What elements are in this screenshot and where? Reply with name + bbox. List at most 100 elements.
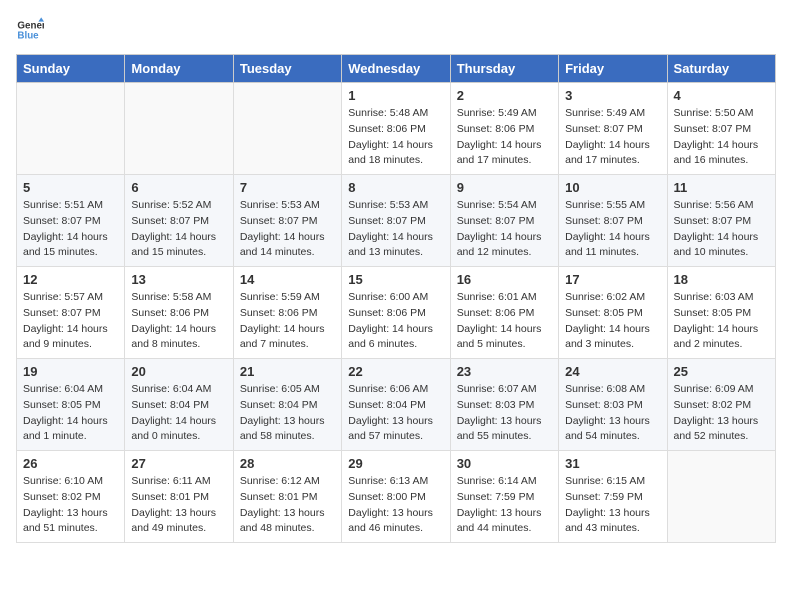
- day-number: 4: [674, 88, 769, 103]
- day-number: 28: [240, 456, 335, 471]
- calendar-cell: 14 Sunrise: 5:59 AM Sunset: 8:06 PM Dayli…: [233, 267, 341, 359]
- day-number: 31: [565, 456, 660, 471]
- day-number: 2: [457, 88, 552, 103]
- calendar-cell: 3 Sunrise: 5:49 AM Sunset: 8:07 PM Daylig…: [559, 83, 667, 175]
- day-info: Sunrise: 5:57 AM Sunset: 8:07 PM Dayligh…: [23, 290, 118, 353]
- weekday-header-wednesday: Wednesday: [342, 55, 450, 83]
- calendar-cell: 24 Sunrise: 6:08 AM Sunset: 8:03 PM Dayli…: [559, 359, 667, 451]
- calendar-cell: 31 Sunrise: 6:15 AM Sunset: 7:59 PM Dayli…: [559, 451, 667, 543]
- day-number: 25: [674, 364, 769, 379]
- calendar-cell: 20Sunrise: 6:04 AM Sunset: 8:04 PM Dayli…: [125, 359, 233, 451]
- calendar-cell: 12 Sunrise: 5:57 AM Sunset: 8:07 PM Dayli…: [17, 267, 125, 359]
- calendar-cell: 9 Sunrise: 5:54 AM Sunset: 8:07 PM Daylig…: [450, 175, 558, 267]
- day-info: Sunrise: 6:08 AM Sunset: 8:03 PM Dayligh…: [565, 382, 660, 445]
- svg-text:Blue: Blue: [17, 30, 39, 41]
- day-info: Sunrise: 5:49 AM Sunset: 8:07 PM Dayligh…: [565, 106, 660, 169]
- day-info: Sunrise: 6:04 AM Sunset: 8:04 PM Dayligh…: [131, 382, 226, 445]
- calendar-cell: [233, 83, 341, 175]
- day-number: 16: [457, 272, 552, 287]
- day-info: Sunrise: 5:48 AM Sunset: 8:06 PM Dayligh…: [348, 106, 443, 169]
- weekday-header-saturday: Saturday: [667, 55, 775, 83]
- day-number: 14: [240, 272, 335, 287]
- day-info: Sunrise: 6:03 AM Sunset: 8:05 PM Dayligh…: [674, 290, 769, 353]
- day-number: 26: [23, 456, 118, 471]
- calendar-cell: [125, 83, 233, 175]
- calendar-cell: 26 Sunrise: 6:10 AM Sunset: 8:02 PM Dayli…: [17, 451, 125, 543]
- day-number: 18: [674, 272, 769, 287]
- calendar-cell: 21Sunrise: 6:05 AM Sunset: 8:04 PM Dayli…: [233, 359, 341, 451]
- calendar-cell: 1Sunrise: 5:48 AM Sunset: 8:06 PM Daylig…: [342, 83, 450, 175]
- calendar-cell: 27Sunrise: 6:11 AM Sunset: 8:01 PM Dayli…: [125, 451, 233, 543]
- day-info: Sunrise: 6:01 AM Sunset: 8:06 PM Dayligh…: [457, 290, 552, 353]
- weekday-header-tuesday: Tuesday: [233, 55, 341, 83]
- day-number: 29: [348, 456, 443, 471]
- calendar-cell: 29 Sunrise: 6:13 AM Sunset: 8:00 PM Dayli…: [342, 451, 450, 543]
- calendar-cell: 19Sunrise: 6:04 AM Sunset: 8:05 PM Dayli…: [17, 359, 125, 451]
- day-info: Sunrise: 5:55 AM Sunset: 8:07 PM Dayligh…: [565, 198, 660, 261]
- calendar-cell: 28 Sunrise: 6:12 AM Sunset: 8:01 PM Dayli…: [233, 451, 341, 543]
- day-number: 13: [131, 272, 226, 287]
- header: General Blue: [16, 16, 776, 44]
- day-info: Sunrise: 5:53 AM Sunset: 8:07 PM Dayligh…: [240, 198, 335, 261]
- calendar-cell: 13 Sunrise: 5:58 AM Sunset: 8:06 PM Dayli…: [125, 267, 233, 359]
- calendar-week-row: 19Sunrise: 6:04 AM Sunset: 8:05 PM Dayli…: [17, 359, 776, 451]
- calendar-cell: [667, 451, 775, 543]
- day-number: 6: [131, 180, 226, 195]
- calendar-cell: 10 Sunrise: 5:55 AM Sunset: 8:07 PM Dayli…: [559, 175, 667, 267]
- calendar-cell: 17 Sunrise: 6:02 AM Sunset: 8:05 PM Dayli…: [559, 267, 667, 359]
- day-info: Sunrise: 6:14 AM Sunset: 7:59 PM Dayligh…: [457, 474, 552, 537]
- weekday-header-row: SundayMondayTuesdayWednesdayThursdayFrid…: [17, 55, 776, 83]
- day-number: 10: [565, 180, 660, 195]
- day-info: Sunrise: 5:49 AM Sunset: 8:06 PM Dayligh…: [457, 106, 552, 169]
- day-number: 15: [348, 272, 443, 287]
- calendar-cell: 18 Sunrise: 6:03 AM Sunset: 8:05 PM Dayli…: [667, 267, 775, 359]
- calendar-cell: [17, 83, 125, 175]
- day-info: Sunrise: 6:05 AM Sunset: 8:04 PM Dayligh…: [240, 382, 335, 445]
- weekday-header-thursday: Thursday: [450, 55, 558, 83]
- day-number: 8: [348, 180, 443, 195]
- day-info: Sunrise: 5:59 AM Sunset: 8:06 PM Dayligh…: [240, 290, 335, 353]
- day-number: 7: [240, 180, 335, 195]
- calendar-cell: 30Sunrise: 6:14 AM Sunset: 7:59 PM Dayli…: [450, 451, 558, 543]
- day-number: 23: [457, 364, 552, 379]
- calendar-cell: 2 Sunrise: 5:49 AM Sunset: 8:06 PM Daylig…: [450, 83, 558, 175]
- day-info: Sunrise: 5:50 AM Sunset: 8:07 PM Dayligh…: [674, 106, 769, 169]
- day-info: Sunrise: 5:51 AM Sunset: 8:07 PM Dayligh…: [23, 198, 118, 261]
- day-number: 22: [348, 364, 443, 379]
- day-info: Sunrise: 6:07 AM Sunset: 8:03 PM Dayligh…: [457, 382, 552, 445]
- calendar-cell: 16 Sunrise: 6:01 AM Sunset: 8:06 PM Dayli…: [450, 267, 558, 359]
- calendar-cell: 11 Sunrise: 5:56 AM Sunset: 8:07 PM Dayli…: [667, 175, 775, 267]
- calendar-week-row: 1Sunrise: 5:48 AM Sunset: 8:06 PM Daylig…: [17, 83, 776, 175]
- day-info: Sunrise: 6:02 AM Sunset: 8:05 PM Dayligh…: [565, 290, 660, 353]
- day-number: 24: [565, 364, 660, 379]
- day-info: Sunrise: 5:56 AM Sunset: 8:07 PM Dayligh…: [674, 198, 769, 261]
- day-number: 11: [674, 180, 769, 195]
- weekday-header-monday: Monday: [125, 55, 233, 83]
- calendar-week-row: 5 Sunrise: 5:51 AM Sunset: 8:07 PM Daylig…: [17, 175, 776, 267]
- calendar-cell: 22Sunrise: 6:06 AM Sunset: 8:04 PM Dayli…: [342, 359, 450, 451]
- calendar-table: SundayMondayTuesdayWednesdayThursdayFrid…: [16, 54, 776, 543]
- weekday-header-friday: Friday: [559, 55, 667, 83]
- day-number: 5: [23, 180, 118, 195]
- calendar-cell: 25 Sunrise: 6:09 AM Sunset: 8:02 PM Dayli…: [667, 359, 775, 451]
- day-info: Sunrise: 5:54 AM Sunset: 8:07 PM Dayligh…: [457, 198, 552, 261]
- day-number: 19: [23, 364, 118, 379]
- day-info: Sunrise: 6:09 AM Sunset: 8:02 PM Dayligh…: [674, 382, 769, 445]
- day-info: Sunrise: 6:13 AM Sunset: 8:00 PM Dayligh…: [348, 474, 443, 537]
- day-info: Sunrise: 5:53 AM Sunset: 8:07 PM Dayligh…: [348, 198, 443, 261]
- day-info: Sunrise: 5:52 AM Sunset: 8:07 PM Dayligh…: [131, 198, 226, 261]
- day-number: 17: [565, 272, 660, 287]
- logo: General Blue: [16, 16, 44, 44]
- day-number: 12: [23, 272, 118, 287]
- day-info: Sunrise: 6:15 AM Sunset: 7:59 PM Dayligh…: [565, 474, 660, 537]
- day-info: Sunrise: 6:12 AM Sunset: 8:01 PM Dayligh…: [240, 474, 335, 537]
- day-number: 3: [565, 88, 660, 103]
- calendar-cell: 8 Sunrise: 5:53 AM Sunset: 8:07 PM Daylig…: [342, 175, 450, 267]
- day-number: 9: [457, 180, 552, 195]
- logo-icon: General Blue: [16, 16, 44, 44]
- day-info: Sunrise: 5:58 AM Sunset: 8:06 PM Dayligh…: [131, 290, 226, 353]
- day-number: 27: [131, 456, 226, 471]
- day-info: Sunrise: 6:10 AM Sunset: 8:02 PM Dayligh…: [23, 474, 118, 537]
- calendar-cell: 15 Sunrise: 6:00 AM Sunset: 8:06 PM Dayli…: [342, 267, 450, 359]
- day-info: Sunrise: 6:00 AM Sunset: 8:06 PM Dayligh…: [348, 290, 443, 353]
